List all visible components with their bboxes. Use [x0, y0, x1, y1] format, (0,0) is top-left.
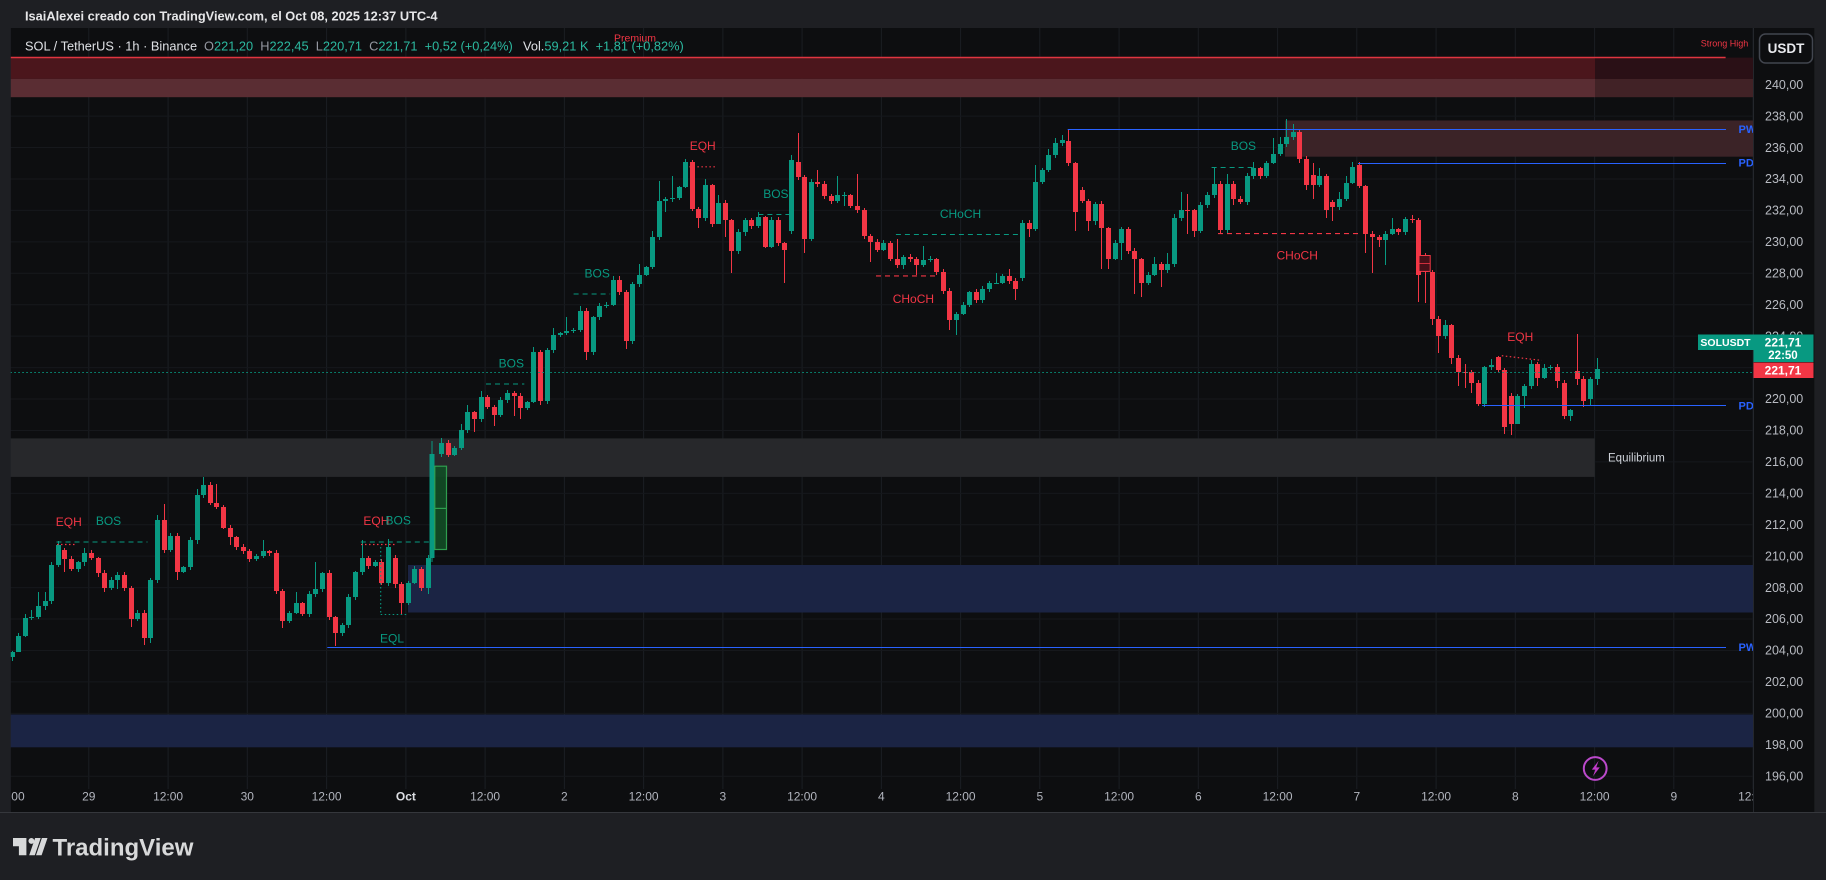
svg-text:2: 2 — [561, 790, 568, 804]
svg-text:BOS: BOS — [585, 266, 610, 280]
svg-text:CHoCH: CHoCH — [940, 207, 981, 221]
svg-text:29: 29 — [82, 790, 96, 804]
svg-text:4: 4 — [878, 790, 885, 804]
svg-text:BOS: BOS — [763, 187, 788, 201]
svg-text:8: 8 — [1512, 790, 1519, 804]
svg-text:12:00: 12:00 — [1104, 790, 1134, 804]
svg-text:EQH: EQH — [56, 515, 82, 529]
svg-text:226,00: 226,00 — [1765, 298, 1803, 312]
svg-text:232,00: 232,00 — [1765, 204, 1803, 218]
svg-text:234,00: 234,00 — [1765, 172, 1803, 186]
svg-text:12:00: 12:00 — [470, 790, 500, 804]
svg-text:240,00: 240,00 — [1765, 78, 1803, 92]
svg-text:216,00: 216,00 — [1765, 455, 1803, 469]
svg-text:12:00: 12:00 — [1580, 790, 1610, 804]
svg-text:210,00: 210,00 — [1765, 549, 1803, 563]
svg-text:12:00: 12:00 — [312, 790, 342, 804]
svg-text:7: 7 — [1353, 790, 1360, 804]
svg-text:3: 3 — [720, 790, 727, 804]
svg-text:202,00: 202,00 — [1765, 675, 1803, 689]
svg-text:218,00: 218,00 — [1765, 424, 1803, 438]
svg-text:221,71: 221,71 — [1765, 364, 1802, 378]
svg-text:USDT: USDT — [1768, 41, 1806, 56]
svg-text:12:00: 12:00 — [1421, 790, 1451, 804]
svg-text:12:00: 12:00 — [946, 790, 976, 804]
svg-text:BOS: BOS — [96, 514, 121, 528]
svg-text:12:00: 12:00 — [629, 790, 659, 804]
svg-text:IsaiAlexei creado con TradingV: IsaiAlexei creado con TradingView.com, e… — [25, 9, 438, 24]
svg-text:212,00: 212,00 — [1765, 518, 1803, 532]
svg-text:SOL / TetherUS · 1h · Binance: SOL / TetherUS · 1h · Binance — [25, 39, 197, 54]
svg-text:EQH: EQH — [690, 139, 716, 153]
svg-text:220,00: 220,00 — [1765, 392, 1803, 406]
svg-text:Vol.59,21 K +1,81 (+0,82%): Vol.59,21 K +1,81 (+0,82%) — [523, 39, 684, 54]
svg-text:196,00: 196,00 — [1765, 769, 1803, 783]
svg-text:208,00: 208,00 — [1765, 581, 1803, 595]
svg-text:CHoCH: CHoCH — [893, 292, 934, 306]
svg-text:204,00: 204,00 — [1765, 644, 1803, 658]
svg-text:CHoCH: CHoCH — [1277, 249, 1318, 263]
svg-text:214,00: 214,00 — [1765, 487, 1803, 501]
svg-text:12:00: 12:00 — [153, 790, 183, 804]
svg-text:TradingView: TradingView — [53, 835, 194, 862]
svg-text:BOS: BOS — [499, 357, 524, 371]
svg-text:9: 9 — [1670, 790, 1677, 804]
svg-text:Oct: Oct — [396, 790, 416, 804]
svg-text:EQH: EQH — [1507, 330, 1533, 344]
svg-text:O221,20 H222,45 L220,71 C22: O221,20 H222,45 L220,71 C221,71 +0,52 (+… — [204, 39, 513, 54]
svg-text:Strong High: Strong High — [1701, 39, 1749, 49]
svg-text:238,00: 238,00 — [1765, 109, 1803, 123]
svg-text:BOS: BOS — [1231, 139, 1256, 153]
svg-text:12:00: 12:00 — [787, 790, 817, 804]
svg-text:6: 6 — [1195, 790, 1202, 804]
svg-text:EQL: EQL — [380, 632, 404, 646]
svg-text:SOLUSDT: SOLUSDT — [1700, 337, 1751, 349]
svg-text:Equilibrium: Equilibrium — [1608, 453, 1665, 465]
svg-text:228,00: 228,00 — [1765, 266, 1803, 280]
svg-text:30: 30 — [241, 790, 255, 804]
svg-text:230,00: 230,00 — [1765, 235, 1803, 249]
svg-text:206,00: 206,00 — [1765, 612, 1803, 626]
svg-text:12:00: 12:00 — [1263, 790, 1293, 804]
svg-text:221,71: 221,71 — [1765, 336, 1802, 350]
svg-text:22:50: 22:50 — [1768, 350, 1797, 362]
svg-text:5: 5 — [1036, 790, 1043, 804]
svg-text:200,00: 200,00 — [1765, 707, 1803, 721]
svg-text:BOS: BOS — [386, 514, 411, 528]
svg-text:198,00: 198,00 — [1765, 738, 1803, 752]
svg-text:236,00: 236,00 — [1765, 141, 1803, 155]
